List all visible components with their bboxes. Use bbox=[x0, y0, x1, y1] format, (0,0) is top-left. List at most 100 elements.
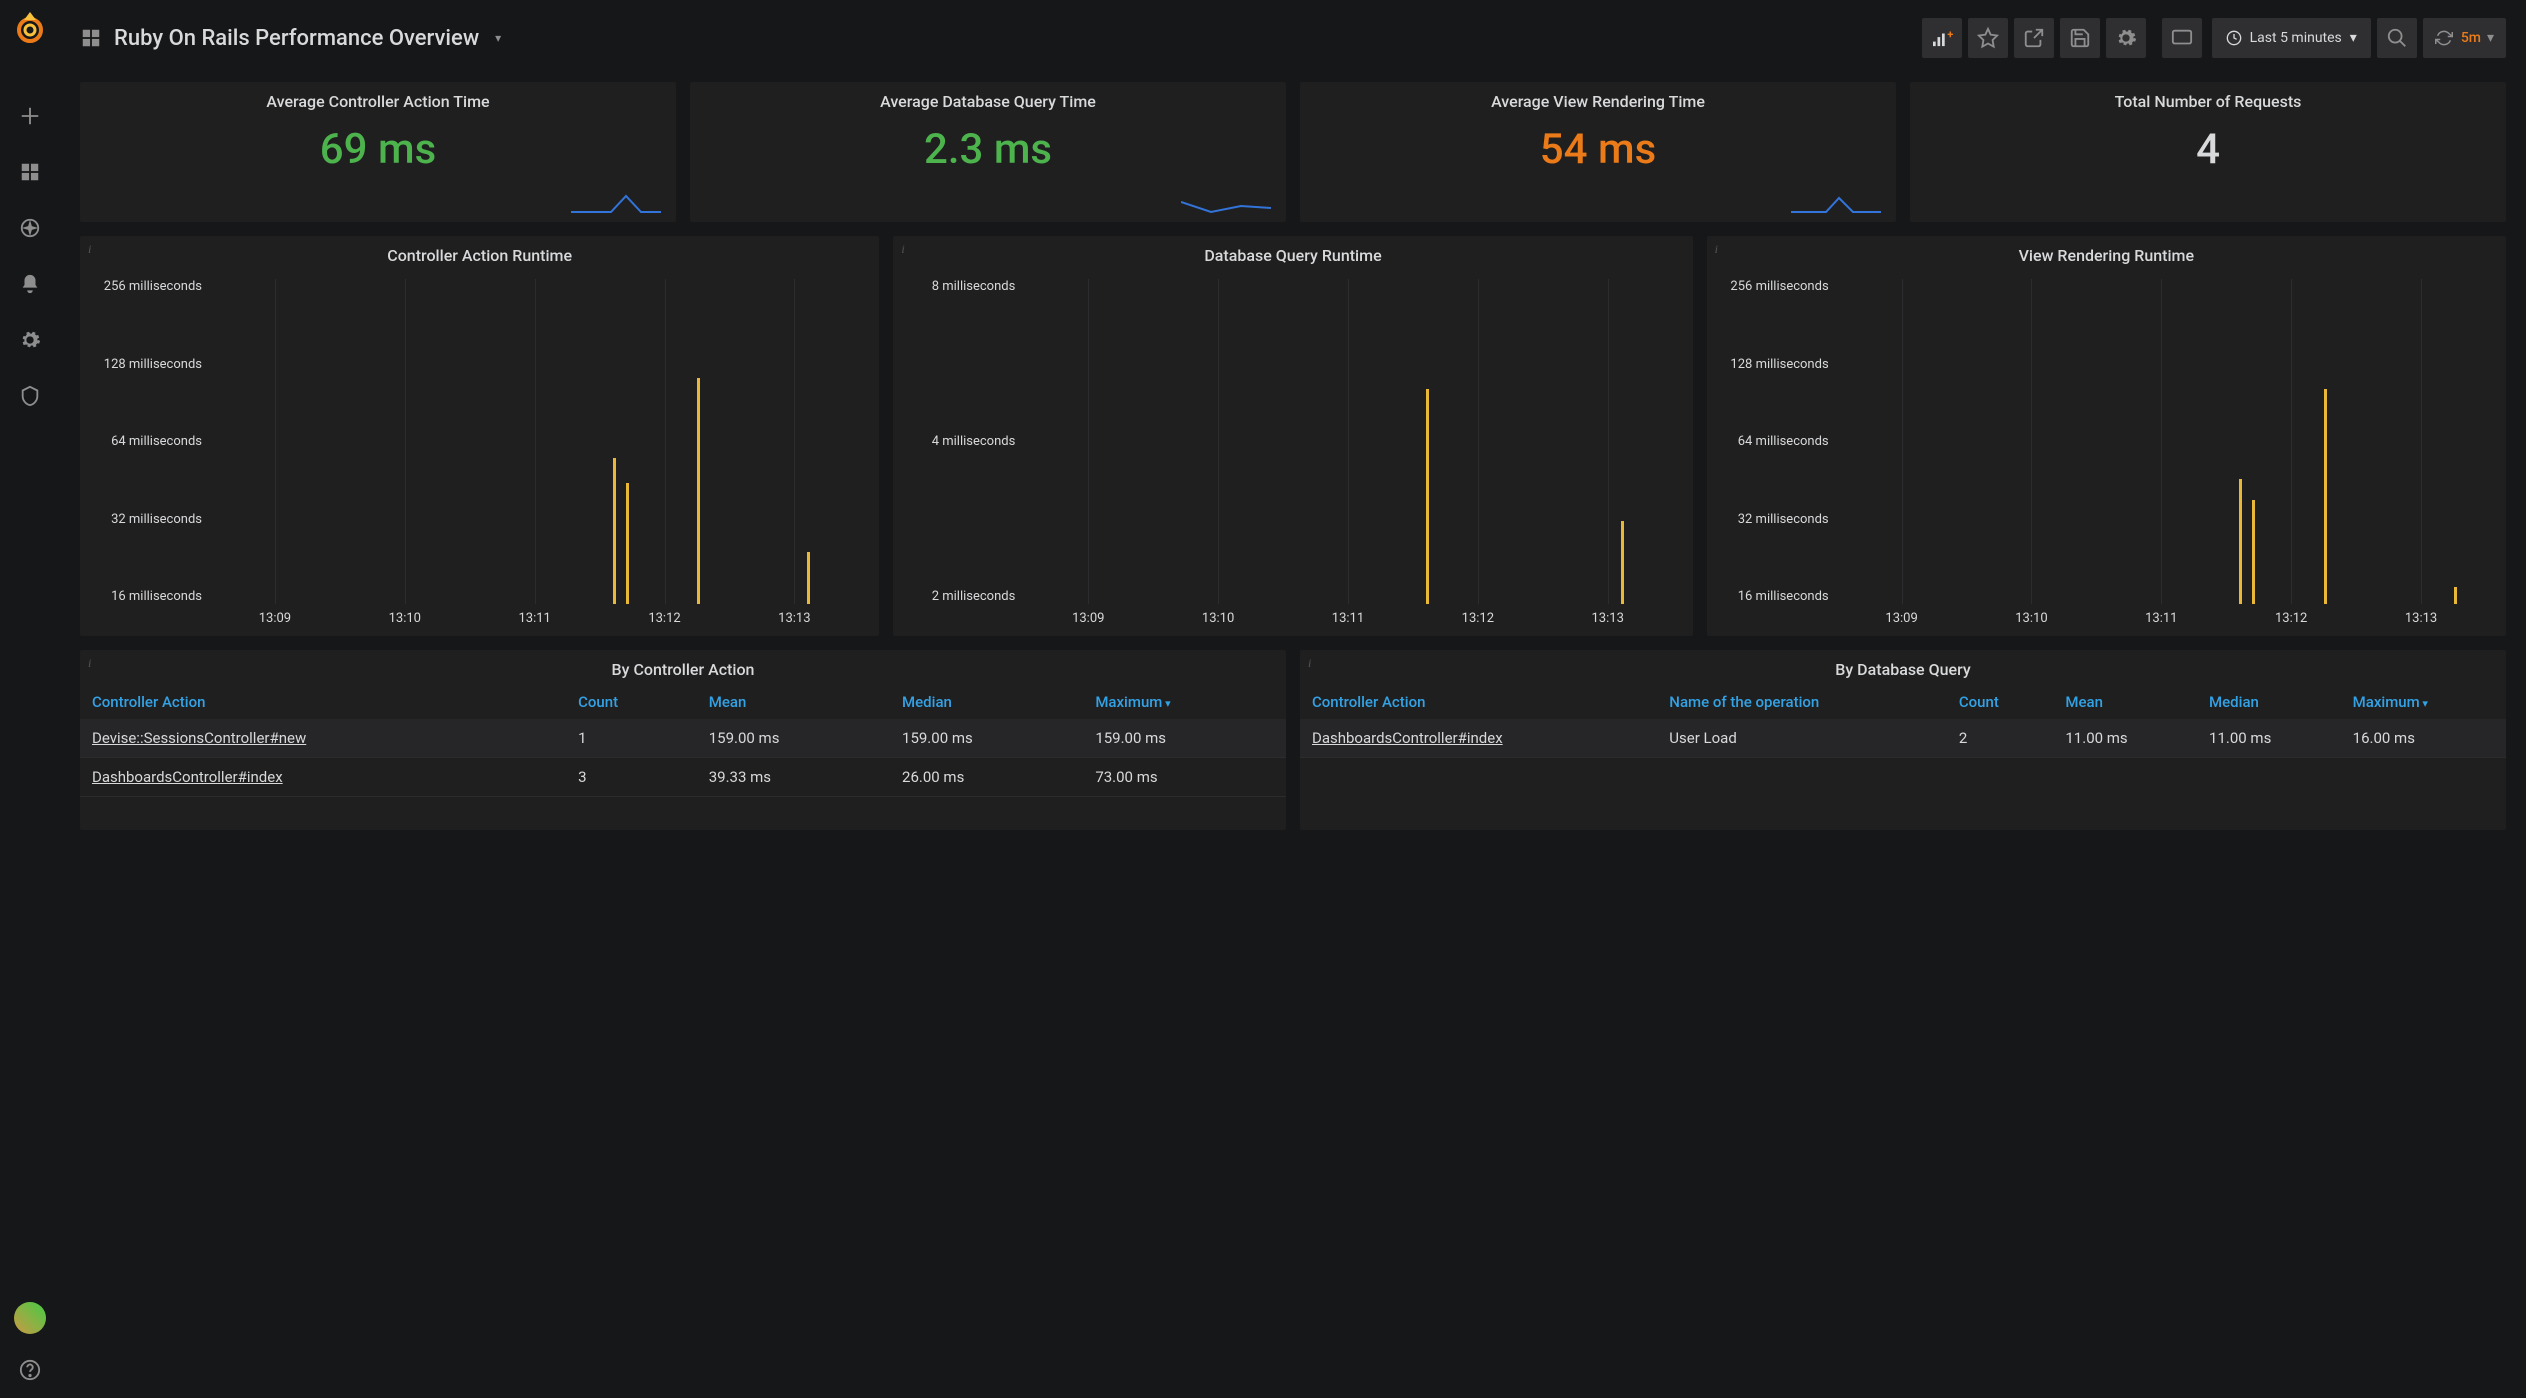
dashboard-title-picker[interactable]: Ruby On Rails Performance Overview ▾ bbox=[80, 26, 501, 51]
stat-value: 69 ms bbox=[80, 125, 676, 174]
time-range-picker[interactable]: Last 5 minutes ▾ bbox=[2212, 18, 2371, 58]
panel-title: By Controller Action bbox=[80, 650, 1286, 685]
table-cell: 1 bbox=[566, 719, 697, 758]
plot-area[interactable]: 13:0913:1013:1113:1213:13 bbox=[1023, 279, 1672, 626]
chevron-down-icon: ▾ bbox=[495, 31, 501, 45]
chevron-down-icon: ▾ bbox=[2487, 30, 2494, 46]
table-header[interactable]: Median bbox=[2197, 685, 2341, 719]
chart-bar bbox=[1426, 389, 1429, 604]
y-tick: 256 milliseconds bbox=[1717, 279, 1829, 294]
sidebar-add[interactable] bbox=[10, 96, 50, 136]
table-header[interactable]: Controller Action bbox=[1300, 685, 1657, 719]
info-icon[interactable]: i bbox=[1715, 242, 1718, 257]
info-icon[interactable]: i bbox=[1308, 656, 1311, 671]
y-tick: 256 milliseconds bbox=[90, 279, 202, 294]
sidebar-alerting[interactable] bbox=[10, 264, 50, 304]
plot-area[interactable]: 13:0913:1013:1113:1213:13 bbox=[210, 279, 859, 626]
sidebar-config[interactable] bbox=[10, 320, 50, 360]
by-query-panel: i By Database Query Controller ActionNam… bbox=[1300, 650, 2506, 830]
chart-panel[interactable]: i View Rendering Runtime 256 millisecond… bbox=[1707, 236, 2506, 636]
y-tick: 32 milliseconds bbox=[90, 512, 202, 527]
table-link[interactable]: DashboardsController#index bbox=[1312, 729, 1503, 747]
chart-bar bbox=[613, 458, 616, 604]
table-link[interactable]: Devise::SessionsController#new bbox=[92, 729, 306, 747]
x-tick: 13:10 bbox=[389, 611, 421, 626]
star-button[interactable] bbox=[1968, 18, 2008, 58]
table-header[interactable]: Mean bbox=[697, 685, 890, 719]
save-button[interactable] bbox=[2060, 18, 2100, 58]
panel-title: Controller Action Runtime bbox=[80, 236, 879, 271]
table-row: i By Controller Action Controller Action… bbox=[80, 650, 2506, 830]
info-icon[interactable]: i bbox=[88, 242, 91, 257]
refresh-icon bbox=[2435, 29, 2453, 47]
x-tick: 13:09 bbox=[1072, 611, 1104, 626]
sparkline bbox=[1791, 194, 1886, 216]
sidebar-help[interactable] bbox=[10, 1350, 50, 1390]
refresh-button[interactable]: 5m ▾ bbox=[2423, 18, 2506, 58]
table-cell: 73.00 ms bbox=[1083, 758, 1286, 797]
chart-panel[interactable]: i Database Query Runtime 8 milliseconds4… bbox=[893, 236, 1692, 636]
sidebar-admin[interactable] bbox=[10, 376, 50, 416]
stat-panel[interactable]: Average Controller Action Time 69 ms bbox=[80, 82, 676, 222]
table-row[interactable]: Devise::SessionsController#new1159.00 ms… bbox=[80, 719, 1286, 758]
user-avatar[interactable] bbox=[14, 1302, 46, 1334]
table-header[interactable]: Name of the operation bbox=[1657, 685, 1947, 719]
chart-bar bbox=[697, 378, 700, 604]
share-button[interactable] bbox=[2014, 18, 2054, 58]
y-axis: 256 milliseconds 128 milliseconds 64 milli… bbox=[1717, 279, 1837, 626]
x-tick: 13:09 bbox=[1885, 611, 1917, 626]
panel-title: View Rendering Runtime bbox=[1707, 236, 2506, 271]
plot-area[interactable]: 13:0913:1013:1113:1213:13 bbox=[1837, 279, 2486, 626]
x-axis: 13:0913:1013:1113:1213:13 bbox=[210, 611, 859, 626]
panel-title: Average Controller Action Time bbox=[80, 82, 676, 117]
panel-title: By Database Query bbox=[1300, 650, 2506, 685]
grafana-logo[interactable] bbox=[10, 8, 50, 48]
chart-bar bbox=[2454, 587, 2457, 604]
table-link[interactable]: DashboardsController#index bbox=[92, 768, 283, 786]
chart-panel[interactable]: i Controller Action Runtime 256 millisec… bbox=[80, 236, 879, 636]
table-header[interactable]: Count bbox=[566, 685, 697, 719]
table-header[interactable]: Count bbox=[1947, 685, 2054, 719]
chart-bar bbox=[807, 552, 810, 604]
clock-icon bbox=[2226, 30, 2242, 46]
zoom-out-button[interactable] bbox=[2377, 18, 2417, 58]
table-cell: 159.00 ms bbox=[697, 719, 890, 758]
cycle-view-button[interactable] bbox=[2162, 18, 2202, 58]
x-tick: 13:13 bbox=[1592, 611, 1624, 626]
table-row[interactable]: DashboardsController#index339.33 ms26.00… bbox=[80, 758, 1286, 797]
x-tick: 13:10 bbox=[2015, 611, 2047, 626]
chart-bar bbox=[2252, 500, 2255, 604]
table-header[interactable]: Maximum bbox=[2341, 685, 2506, 719]
y-tick: 128 milliseconds bbox=[1717, 357, 1829, 372]
table-row[interactable]: DashboardsController#indexUser Load211.0… bbox=[1300, 719, 2506, 758]
y-tick: 128 milliseconds bbox=[90, 357, 202, 372]
topbar: Ruby On Rails Performance Overview ▾ + bbox=[80, 10, 2506, 66]
query-table: Controller ActionName of the operationCo… bbox=[1300, 685, 2506, 758]
add-panel-button[interactable]: + bbox=[1922, 18, 1962, 58]
panel-title: Average View Rendering Time bbox=[1300, 82, 1896, 117]
stat-panel[interactable]: Total Number of Requests 4 bbox=[1910, 82, 2506, 222]
table-cell: 159.00 ms bbox=[890, 719, 1083, 758]
x-axis: 13:0913:1013:1113:1213:13 bbox=[1837, 611, 2486, 626]
x-tick: 13:13 bbox=[778, 611, 810, 626]
stat-panel[interactable]: Average Database Query Time 2.3 ms bbox=[690, 82, 1286, 222]
by-controller-panel: i By Controller Action Controller Action… bbox=[80, 650, 1286, 830]
sidebar-explore[interactable] bbox=[10, 208, 50, 248]
controller-table: Controller ActionCountMeanMedianMaximum D… bbox=[80, 685, 1286, 797]
table-header[interactable]: Controller Action bbox=[80, 685, 566, 719]
sparkline bbox=[1181, 194, 1276, 216]
table-header[interactable]: Mean bbox=[2053, 685, 2197, 719]
chevron-down-icon: ▾ bbox=[2350, 30, 2357, 46]
table-header[interactable]: Median bbox=[890, 685, 1083, 719]
settings-button[interactable] bbox=[2106, 18, 2146, 58]
stat-panel[interactable]: Average View Rendering Time 54 ms bbox=[1300, 82, 1896, 222]
svg-text:+: + bbox=[1947, 29, 1953, 41]
info-icon[interactable]: i bbox=[901, 242, 904, 257]
y-tick: 64 milliseconds bbox=[1717, 434, 1829, 449]
panel-title: Total Number of Requests bbox=[1910, 82, 2506, 117]
info-icon[interactable]: i bbox=[88, 656, 91, 671]
stat-value: 54 ms bbox=[1300, 125, 1896, 174]
y-axis: 8 milliseconds4 milliseconds2 millisecon… bbox=[903, 279, 1023, 626]
table-header[interactable]: Maximum bbox=[1083, 685, 1286, 719]
sidebar-dashboards[interactable] bbox=[10, 152, 50, 192]
